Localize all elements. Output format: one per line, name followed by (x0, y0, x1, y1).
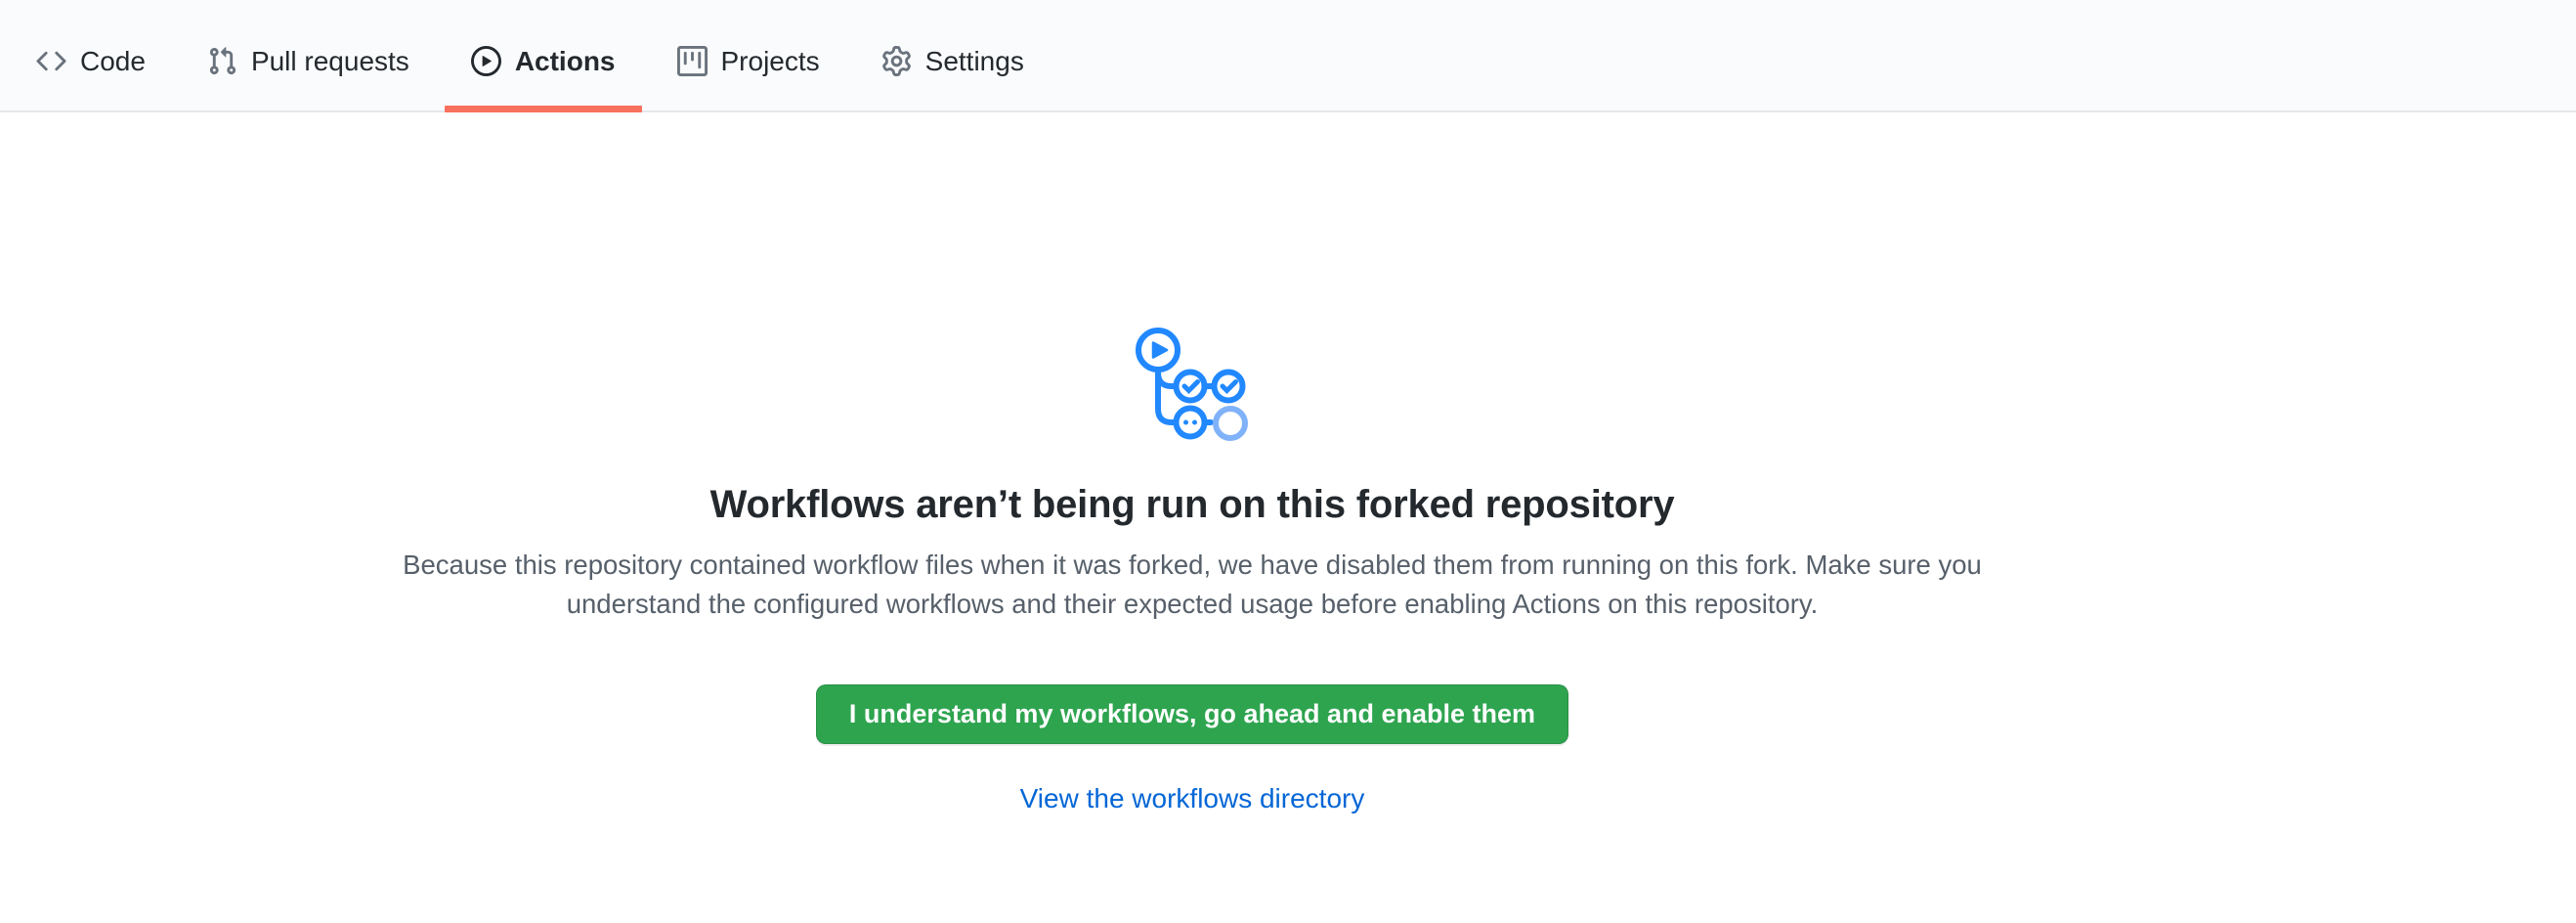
git-pull-request-icon (207, 46, 237, 76)
code-icon (36, 46, 66, 76)
play-circle-icon (471, 46, 501, 76)
workflows-link-row: View the workflows directory (0, 783, 2384, 814)
tab-actions[interactable]: Actions (445, 0, 642, 110)
tab-label: Projects (721, 48, 820, 75)
blankslate-title: Workflows aren’t being run on this forke… (0, 483, 2384, 526)
enable-button-row: I understand my workflows, go ahead and … (0, 624, 2384, 744)
project-board-icon (677, 46, 708, 76)
tab-pull-requests[interactable]: Pull requests (181, 0, 436, 110)
tab-projects[interactable]: Projects (651, 0, 846, 110)
tab-label: Pull requests (251, 48, 409, 75)
actions-disabled-blankslate: Workflows aren’t being run on this forke… (0, 112, 2384, 814)
workflow-graph-icon (1135, 324, 1250, 445)
tab-label: Settings (925, 48, 1024, 75)
tab-code[interactable]: Code (10, 0, 172, 110)
blankslate-description: Because this repository contained workfl… (399, 546, 1987, 624)
repo-tab-bar: Code Pull requests Actions Projects Sett… (0, 0, 2576, 112)
tab-label: Actions (515, 48, 616, 75)
tab-label: Code (80, 48, 146, 75)
gear-icon (881, 46, 912, 76)
tab-settings[interactable]: Settings (855, 0, 1051, 110)
view-workflows-directory-link[interactable]: View the workflows directory (1020, 783, 1365, 813)
enable-workflows-button[interactable]: I understand my workflows, go ahead and … (816, 684, 1568, 744)
